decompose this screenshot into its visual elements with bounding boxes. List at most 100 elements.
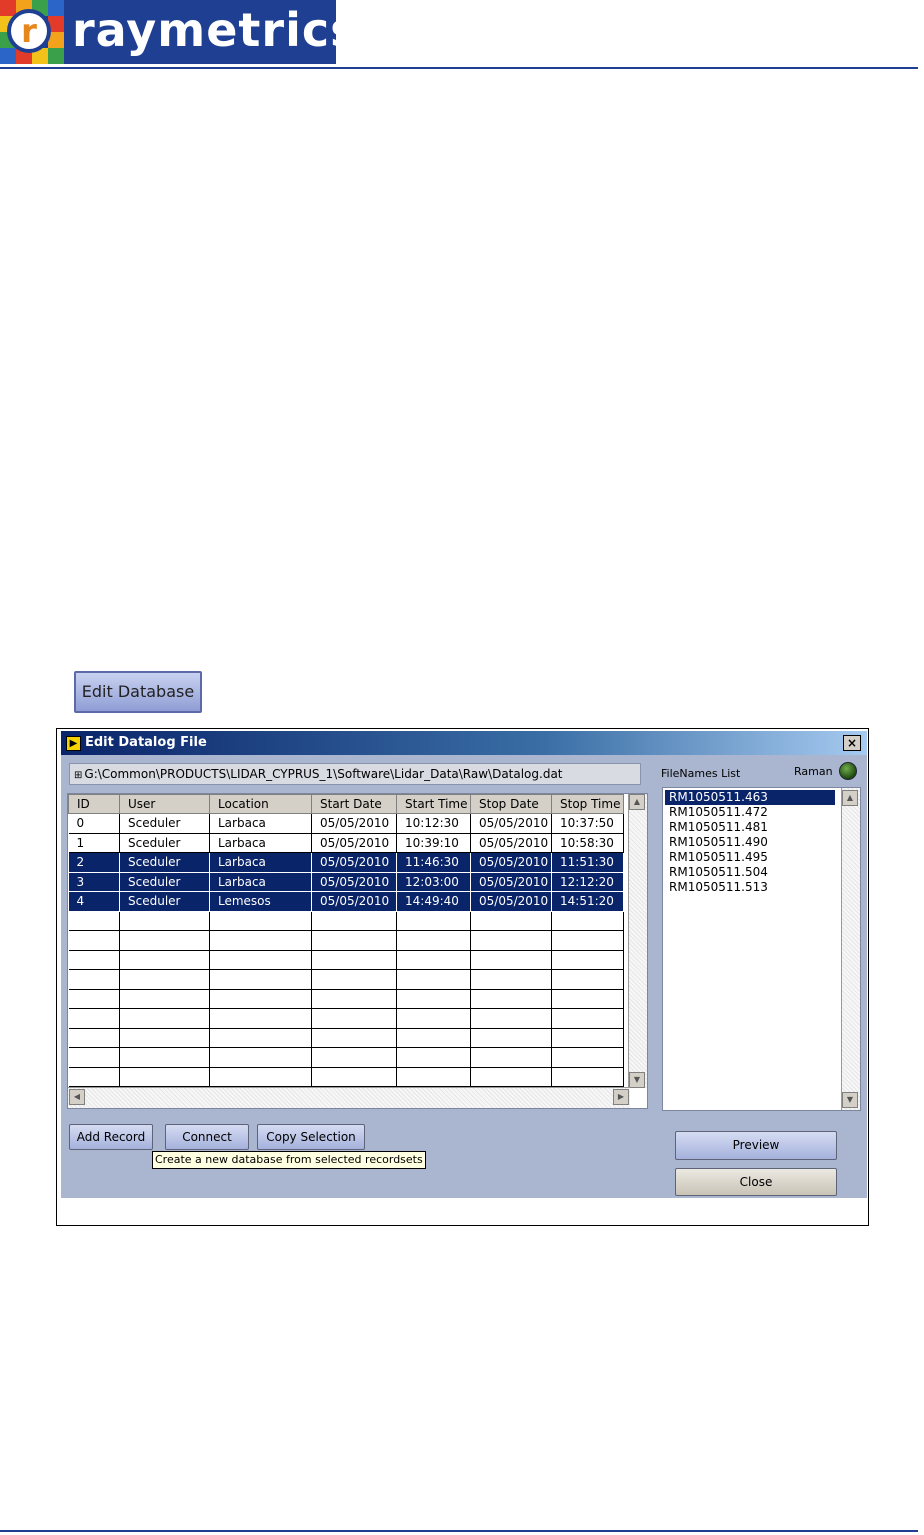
table-cell[interactable]: 05/05/2010 [470, 872, 552, 892]
filenames-listbox[interactable]: RM1050511.463 RM1050511.472 RM1050511.481 R… [662, 787, 861, 1111]
table-row[interactable]: 4 Sceduler Lemesos 05/05/2010 14:49:40 05/05/… [68, 891, 624, 912]
table-cell[interactable] [119, 1047, 210, 1068]
list-item[interactable]: RM1050511.495 [665, 850, 835, 865]
table-cell[interactable]: Sceduler [119, 833, 210, 853]
table-vertical-scrollbar[interactable]: ▲ ▼ [628, 794, 647, 1088]
table-cell[interactable]: 14:49:40 [396, 891, 471, 912]
table-cell[interactable] [551, 930, 624, 951]
table-cell[interactable] [209, 950, 312, 970]
table-cell[interactable] [470, 930, 552, 951]
table-cell[interactable] [68, 1028, 120, 1048]
table-cell[interactable] [119, 1067, 210, 1087]
table-cell[interactable] [551, 911, 624, 931]
filelist-scrollbar[interactable]: ▲ ▼ [841, 788, 860, 1110]
col-header-location[interactable]: Location [209, 794, 312, 814]
table-cell[interactable] [551, 969, 624, 990]
table-cell[interactable]: Larbaca [209, 852, 312, 873]
col-header-start-date[interactable]: Start Date [311, 794, 397, 814]
table-cell[interactable] [470, 1067, 552, 1087]
table-cell[interactable] [551, 1008, 624, 1029]
table-cell[interactable]: Larbaca [209, 813, 312, 834]
table-cell[interactable]: 05/05/2010 [470, 891, 552, 912]
table-cell[interactable] [551, 1047, 624, 1068]
table-cell[interactable]: 11:46:30 [396, 852, 471, 873]
table-cell[interactable]: 05/05/2010 [311, 872, 397, 892]
table-cell[interactable] [470, 1028, 552, 1048]
table-cell[interactable] [311, 969, 397, 990]
records-table[interactable]: ID User Location Start Date Start Time S… [67, 793, 648, 1109]
list-item[interactable]: RM1050511.504 [665, 865, 835, 880]
table-cell[interactable] [470, 969, 552, 990]
list-item[interactable]: RM1050511.463 [665, 790, 835, 805]
copy-selection-button[interactable]: Copy Selection [257, 1124, 365, 1150]
table-cell[interactable] [209, 969, 312, 990]
connect-button[interactable]: Connect [165, 1124, 249, 1150]
table-cell[interactable] [396, 950, 471, 970]
table-cell[interactable] [311, 1067, 397, 1087]
table-row[interactable]: 1 Sceduler Larbaca 05/05/2010 10:39:10 05/05/… [68, 833, 624, 853]
close-icon[interactable]: × [843, 735, 861, 751]
list-item[interactable]: RM1050511.490 [665, 835, 835, 850]
table-row[interactable] [68, 1008, 624, 1029]
table-cell[interactable] [311, 1047, 397, 1068]
table-cell[interactable] [68, 950, 120, 970]
table-cell[interactable]: Sceduler [119, 891, 210, 912]
table-row[interactable] [68, 1047, 624, 1068]
table-cell[interactable] [396, 969, 471, 990]
table-cell[interactable] [119, 1008, 210, 1029]
table-cell[interactable] [68, 1008, 120, 1029]
scroll-down-icon[interactable]: ▼ [842, 1092, 858, 1108]
table-cell[interactable] [68, 911, 120, 931]
table-cell[interactable]: 05/05/2010 [470, 813, 552, 834]
table-cell[interactable]: 05/05/2010 [470, 852, 552, 873]
table-row[interactable] [68, 969, 624, 990]
table-row[interactable]: 0 Sceduler Larbaca 05/05/2010 10:12:30 05/05/… [68, 813, 624, 834]
table-cell[interactable] [470, 911, 552, 931]
table-cell[interactable]: Sceduler [119, 852, 210, 873]
dialog-titlebar[interactable]: ▶ Edit Datalog File × [61, 731, 867, 755]
table-cell[interactable] [470, 1008, 552, 1029]
close-button[interactable]: Close [675, 1168, 837, 1196]
scroll-down-icon[interactable]: ▼ [629, 1072, 645, 1088]
table-cell[interactable] [551, 989, 624, 1009]
table-row[interactable] [68, 1067, 624, 1087]
table-cell[interactable] [119, 930, 210, 951]
table-cell[interactable]: 1 [68, 833, 120, 853]
list-item[interactable]: RM1050511.472 [665, 805, 835, 820]
table-cell[interactable] [470, 989, 552, 1009]
table-cell[interactable] [470, 1047, 552, 1068]
scroll-left-icon[interactable]: ◀ [69, 1089, 85, 1105]
table-cell[interactable]: 2 [68, 852, 120, 873]
table-cell[interactable]: Sceduler [119, 813, 210, 834]
edit-database-button[interactable]: Edit Database [74, 671, 202, 713]
table-cell[interactable] [396, 1008, 471, 1029]
table-cell[interactable] [311, 930, 397, 951]
table-cell[interactable]: Larbaca [209, 872, 312, 892]
table-cell[interactable] [119, 911, 210, 931]
table-cell[interactable] [209, 989, 312, 1009]
table-cell[interactable] [209, 930, 312, 951]
table-cell[interactable]: 05/05/2010 [311, 891, 397, 912]
col-header-user[interactable]: User [119, 794, 210, 814]
table-cell[interactable]: 0 [68, 813, 120, 834]
table-cell[interactable]: Larbaca [209, 833, 312, 853]
col-header-id[interactable]: ID [68, 794, 120, 814]
table-row[interactable]: 2 Sceduler Larbaca 05/05/2010 11:46:30 05/05/… [68, 852, 624, 873]
table-cell[interactable]: 4 [68, 891, 120, 912]
table-cell[interactable]: 10:12:30 [396, 813, 471, 834]
table-cell[interactable]: 10:37:50 [551, 813, 624, 834]
table-cell[interactable] [68, 1047, 120, 1068]
table-cell[interactable]: Sceduler [119, 872, 210, 892]
table-cell[interactable] [396, 930, 471, 951]
table-cell[interactable] [68, 969, 120, 990]
table-cell[interactable] [209, 911, 312, 931]
col-header-stop-date[interactable]: Stop Date [470, 794, 552, 814]
list-item[interactable]: RM1050511.481 [665, 820, 835, 835]
table-cell[interactable] [68, 930, 120, 951]
table-cell[interactable] [119, 989, 210, 1009]
table-cell[interactable] [396, 911, 471, 931]
table-cell[interactable]: 05/05/2010 [311, 852, 397, 873]
table-cell[interactable]: 05/05/2010 [470, 833, 552, 853]
datalog-path-field[interactable]: ⊞ G:\Common\PRODUCTS\LIDAR_CYPRUS_1\Softw… [69, 763, 641, 785]
preview-button[interactable]: Preview [675, 1131, 837, 1160]
